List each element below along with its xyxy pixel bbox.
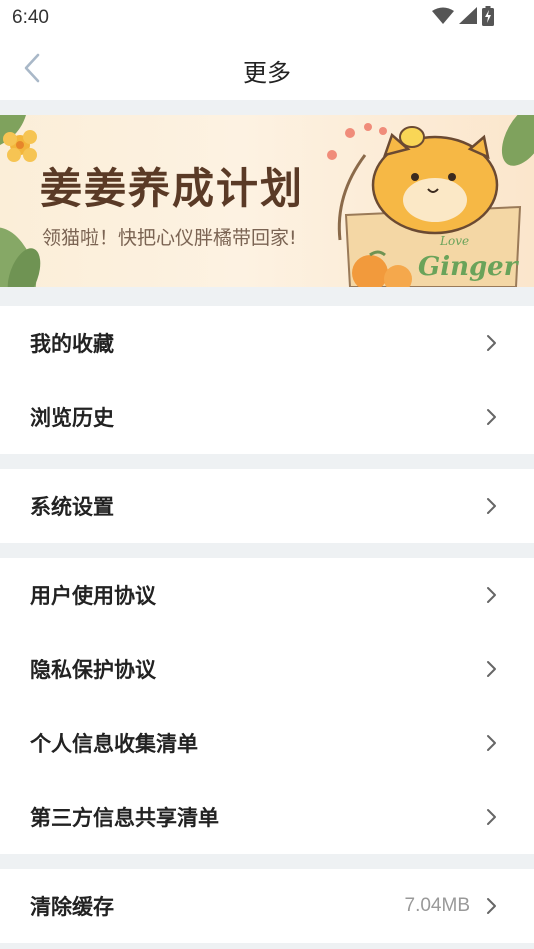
menu-item-privacy-policy[interactable]: 隐私保护协议 [0,632,534,706]
menu-group-personal: 我的收藏 浏览历史 [0,306,534,454]
menu-item-label: 用户使用协议 [30,584,156,608]
menu-item-label: 第三方信息共享清单 [30,806,219,830]
chevron-right-icon [487,735,496,751]
menu-item-third-party-sharing[interactable]: 第三方信息共享清单 [0,780,534,854]
menu-item-label: 浏览历史 [30,406,114,430]
menu-group-agreements: 用户使用协议 隐私保护协议 个人信息收集清单 第三方信息共享清单 [0,558,534,854]
menu-group-settings: 系统设置 [0,469,534,543]
signal-icon [459,7,477,24]
chevron-right-icon [487,409,496,425]
menu-item-label: 清除缓存 [30,895,114,919]
menu-item-favorites[interactable]: 我的收藏 [0,306,534,380]
menu-item-user-agreement[interactable]: 用户使用协议 [0,558,534,632]
banner-title: 姜姜养成计划 [40,164,305,213]
cache-size-value: 7.04MB [404,895,470,916]
menu-item-system-settings[interactable]: 系统设置 [0,469,534,543]
menu-item-label: 个人信息收集清单 [30,732,198,756]
box-text-main: Ginger [418,252,520,282]
wifi-icon [432,7,454,24]
menu-item-label: 系统设置 [30,495,114,519]
status-icons [432,6,494,26]
status-time: 6:40 [12,7,49,28]
chevron-right-icon [487,898,496,914]
menu-item-label: 我的收藏 [30,332,114,356]
menu-group-cache: 清除缓存 7.04MB [0,869,534,943]
page-title: 更多 [243,59,291,87]
menu-item-personal-info-list[interactable]: 个人信息收集清单 [0,706,534,780]
battery-icon [482,6,494,26]
box-text-small: Love [439,234,469,248]
status-bar: 6:40 [0,0,534,36]
chevron-right-icon [487,335,496,351]
chevron-right-icon [487,498,496,514]
chevron-right-icon [487,809,496,825]
chevron-right-icon [487,661,496,677]
chevron-right-icon [487,587,496,603]
menu-item-history[interactable]: 浏览历史 [0,380,534,454]
banner-subtitle: 领猫啦！快把心仪胖橘带回家! [42,227,297,249]
menu-item-clear-cache[interactable]: 清除缓存 7.04MB [0,869,534,943]
nav-bar: 更多 [0,36,534,100]
menu-item-label: 隐私保护协议 [30,658,156,682]
promo-banner[interactable]: Ginger Love 姜姜养成计划 领猫啦！快把心仪胖橘带回家! [0,115,534,287]
